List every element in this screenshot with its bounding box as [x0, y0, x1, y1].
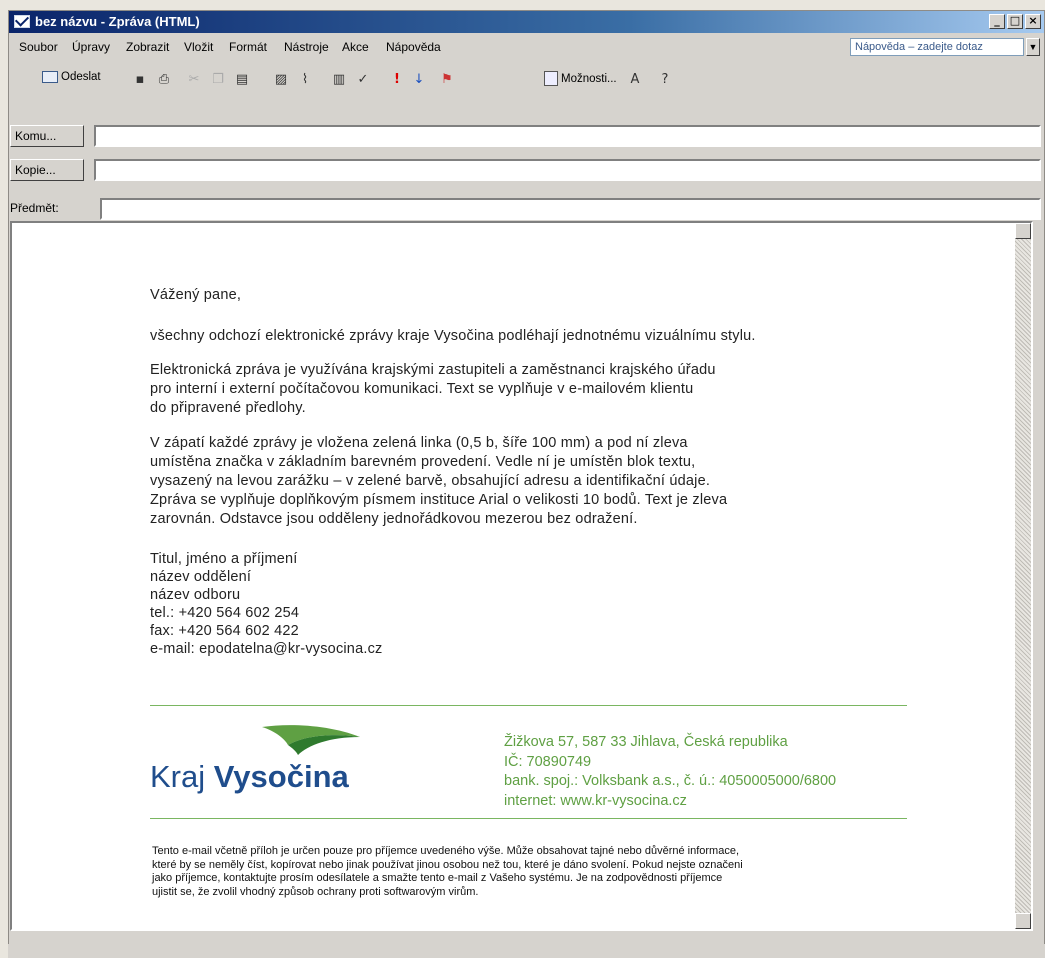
cut-icon[interactable]: ✂ [185, 71, 203, 89]
to-field[interactable] [94, 125, 1041, 147]
paragraph-2-line: do připravené předlohy. [150, 400, 306, 416]
send-button[interactable]: Odeslat [42, 71, 101, 83]
scroll-up-button[interactable] [1015, 223, 1031, 239]
paragraph-2-line: pro interní i externí počítačovou komuni… [150, 381, 694, 397]
paste-icon[interactable]: ▤ [233, 71, 251, 89]
disclaimer-line: které by se neměly číst, kopírovat nebo … [152, 858, 743, 871]
menu-nastroje[interactable]: Nástroje [284, 40, 329, 54]
footer-address: Žižkova 57, 587 33 Jihlava, Česká republ… [504, 733, 836, 811]
send-icon [42, 71, 58, 83]
menu-upravy[interactable]: Úpravy [72, 40, 110, 54]
footer-divider-top [150, 705, 907, 706]
print-icon[interactable]: ⎙ [155, 71, 173, 89]
web-line: internet: www.kr-vysocina.cz [504, 792, 687, 809]
address-book-icon[interactable]: ▥ [330, 71, 348, 89]
attachment-icon[interactable]: ⌇ [296, 71, 314, 89]
logo-text: Kraj Vysočina [150, 759, 349, 795]
menu-bar: Soubor Úpravy Zobrazit Vložit Formát Nás… [9, 35, 1044, 59]
title-bar[interactable]: bez názvu - Zpráva (HTML) _ □ × [9, 11, 1044, 33]
paragraph-3-line: umístěna značka v základním barevném pro… [150, 454, 696, 470]
cc-row: Kopie... [10, 159, 1041, 183]
maximize-button[interactable]: □ [1007, 14, 1023, 29]
message-body[interactable]: Vážený pane, všechny odchozí elektronick… [10, 221, 1033, 931]
paragraph-3-line: zarovnán. Odstavce jsou odděleny jednořá… [150, 511, 638, 527]
subject-row: Předmět: [10, 198, 1041, 222]
bank-line: bank. spoj.: Volksbank a.s., č. ú.: 4050… [504, 773, 837, 789]
signature-line: název oddělení [150, 569, 252, 585]
paragraph-3-line: V zápatí každé zprávy je vložena zelená … [150, 435, 688, 451]
menu-soubor[interactable]: Soubor [19, 40, 58, 54]
high-importance-icon[interactable]: ! [388, 71, 406, 89]
ico-line: IČ: 70890749 [504, 753, 592, 770]
logo-swoosh-icon [262, 725, 360, 755]
flag-icon[interactable]: ⚑ [438, 71, 456, 89]
paragraph-1: všechny odchozí elektronické zprávy kraj… [150, 328, 756, 344]
signature-line: Titul, jméno a příjmení [150, 551, 298, 567]
to-row: Komu... [10, 125, 1041, 149]
scroll-down-button[interactable] [1015, 913, 1031, 929]
signature-line: e-mail: epodatelna@kr-vysocina.cz [150, 641, 383, 657]
help-search-input[interactable]: Nápověda – zadejte dotaz [850, 38, 1024, 56]
help-icon[interactable]: ? [656, 71, 674, 89]
vertical-scrollbar[interactable] [1015, 223, 1031, 929]
cc-field[interactable] [94, 159, 1041, 181]
help-dropdown-arrow[interactable]: ▼ [1026, 38, 1040, 56]
disclaimer-line: Tento e-mail včetně příloh je určen pouz… [152, 845, 740, 857]
signature-line: fax: +420 564 602 422 [150, 623, 299, 639]
options-button[interactable]: Možnosti... [544, 71, 617, 86]
menu-zobrazit[interactable]: Zobrazit [126, 40, 169, 54]
paragraph-3-line: vysazený na levou zarážku – v zelené bar… [150, 473, 711, 489]
paragraph-3-line: Zpráva se vyplňuje doplňkovým písmem ins… [150, 492, 728, 508]
low-importance-icon[interactable]: ↓ [410, 71, 428, 89]
signature-line: název odboru [150, 587, 241, 603]
options-icon [544, 71, 558, 86]
menu-format[interactable]: Formát [229, 40, 267, 54]
logo-text-light: Kraj [150, 759, 206, 794]
window-title: bez názvu - Zpráva (HTML) [35, 14, 200, 29]
disclaimer-line: jako příjemce, kontaktujte prosím odesíl… [152, 872, 723, 885]
to-button[interactable]: Komu... [10, 125, 84, 147]
check-names-icon[interactable]: ✓ [354, 71, 372, 89]
menu-napoveda[interactable]: Nápověda [386, 40, 441, 54]
envelope-icon [14, 15, 30, 28]
greeting: Vážený pane, [150, 287, 242, 303]
insert-file-icon[interactable]: ▨ [272, 71, 290, 89]
copy-icon[interactable]: ❐ [209, 71, 227, 89]
format-icon[interactable]: A [626, 71, 644, 89]
status-bar [8, 944, 1045, 958]
send-label: Odeslat [61, 71, 101, 83]
paragraph-2-line: Elektronická zpráva je využívána krajský… [150, 362, 716, 378]
close-button[interactable]: × [1025, 14, 1041, 29]
cc-button[interactable]: Kopie... [10, 159, 84, 181]
address-line: Žižkova 57, 587 33 Jihlava, Česká republ… [504, 734, 788, 750]
subject-field[interactable] [100, 198, 1041, 220]
minimize-button[interactable]: _ [989, 14, 1005, 29]
disclaimer: Tento e-mail včetně příloh je určen pouz… [152, 845, 912, 899]
logo-text-bold: Vysočina [213, 759, 349, 794]
disclaimer-line: ujistit se, že zvolil vhodný způsob ochr… [152, 885, 479, 898]
save-icon[interactable]: ▪ [131, 71, 149, 89]
signature-line: tel.: +420 564 602 254 [150, 605, 300, 621]
menu-akce[interactable]: Akce [342, 40, 369, 54]
footer-divider-bottom [150, 818, 907, 819]
subject-label: Předmět: [10, 201, 59, 215]
options-label: Možnosti... [561, 72, 617, 85]
menu-vlozit[interactable]: Vložit [184, 40, 213, 54]
kraj-vysocina-logo: Kraj Vysočina [150, 723, 360, 795]
